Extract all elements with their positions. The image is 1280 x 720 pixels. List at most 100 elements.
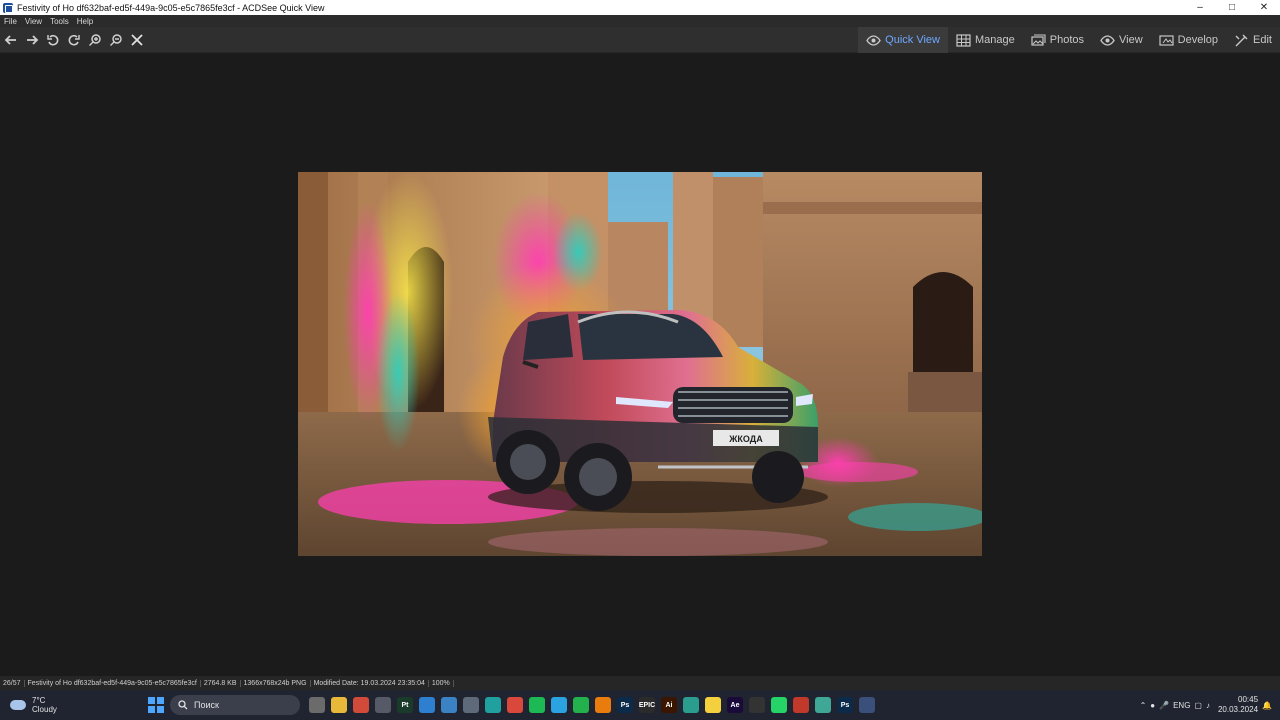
taskbar-app-blender-icon[interactable] bbox=[595, 697, 611, 713]
taskbar-app-miro-icon[interactable] bbox=[705, 697, 721, 713]
modified-date: Modified Date: 19.03.2024 23:35:04 bbox=[311, 679, 429, 687]
clock-time: 00:45 bbox=[1238, 695, 1259, 704]
rotate-right-icon bbox=[68, 34, 80, 46]
holi-car-photo-illustration: ЖКОДА bbox=[298, 172, 982, 556]
zoom-in-icon bbox=[89, 33, 101, 46]
tab-photos[interactable]: Photos bbox=[1023, 27, 1092, 53]
close-icon bbox=[131, 33, 143, 46]
rotate-left-button[interactable] bbox=[43, 29, 63, 51]
toolbar: Quick View Manage Photos View Develop Ed… bbox=[0, 27, 1280, 53]
zoom-in-button[interactable] bbox=[85, 29, 105, 51]
taskbar-app-acdsee-icon[interactable] bbox=[859, 697, 875, 713]
window-title: Festivity of Ho df632baf-ed5f-449a-9c05-… bbox=[17, 2, 325, 13]
file-size: 2764.8 KB bbox=[201, 679, 241, 687]
displayed-photo[interactable]: ЖКОДА bbox=[298, 172, 982, 556]
taskbar-app-taskview-icon[interactable] bbox=[309, 697, 325, 713]
taskbar-app-calc-icon[interactable] bbox=[463, 697, 479, 713]
mode-tabs: Quick View Manage Photos View Develop Ed… bbox=[858, 27, 1280, 53]
start-button[interactable] bbox=[148, 697, 164, 713]
tab-quick-view[interactable]: Quick View bbox=[858, 27, 948, 53]
close-window-button[interactable]: ✕ bbox=[1248, 0, 1280, 15]
eye-icon bbox=[1100, 34, 1115, 46]
tab-manage[interactable]: Manage bbox=[948, 27, 1023, 53]
taskbar-app-obs-icon[interactable] bbox=[749, 697, 765, 713]
file-name: Festivity of Ho df632baf-ed5f-449a-9c05-… bbox=[25, 679, 201, 687]
acdsee-app-icon bbox=[3, 2, 13, 13]
network-icon[interactable]: ● bbox=[1150, 701, 1155, 710]
acdsee-quick-view-window: Festivity of Ho df632baf-ed5f-449a-9c05-… bbox=[0, 0, 1280, 720]
windows-taskbar: 7°C Cloudy Поиск Pt Ps EPIC Ai Ae Ps ⌃ ● 🎤 EN… bbox=[0, 690, 1280, 720]
chevron-up-icon[interactable]: ⌃ bbox=[1140, 701, 1147, 710]
menu-help[interactable]: Help bbox=[73, 17, 97, 26]
search-icon bbox=[178, 700, 188, 710]
volume-icon[interactable]: ♪ bbox=[1206, 701, 1210, 710]
taskbar-app-telegram-icon[interactable] bbox=[551, 697, 567, 713]
taskbar-app-vscode-like-icon[interactable] bbox=[419, 697, 435, 713]
weather-temperature: 7°C bbox=[32, 696, 46, 705]
taskbar-app-notes-icon[interactable] bbox=[815, 697, 831, 713]
tab-label: Quick View bbox=[885, 34, 940, 46]
taskbar-app-explorer-icon[interactable] bbox=[331, 697, 347, 713]
taskbar-app-pt-icon[interactable]: Pt bbox=[397, 697, 413, 713]
windows-logo-icon bbox=[148, 706, 155, 713]
image-dimensions: 1366x768x24b PNG bbox=[241, 679, 311, 687]
taskbar-app-photos-icon[interactable] bbox=[793, 697, 809, 713]
close-view-button[interactable] bbox=[127, 29, 147, 51]
system-tray: ⌃ ● 🎤 ENG ▢ ♪ 00:45 20.03.2024 🔔 bbox=[1140, 690, 1280, 720]
taskbar-app-chat-icon[interactable] bbox=[683, 697, 699, 713]
taskbar-app-spotify-icon[interactable] bbox=[529, 697, 545, 713]
notification-bell-icon[interactable]: 🔔 bbox=[1262, 701, 1272, 710]
tab-label: View bbox=[1119, 34, 1143, 46]
rotate-right-button[interactable] bbox=[64, 29, 84, 51]
taskbar-app-ps-icon[interactable]: Ps bbox=[617, 697, 633, 713]
taskbar-app-chrome-icon[interactable] bbox=[507, 697, 523, 713]
menu-tools[interactable]: Tools bbox=[46, 17, 73, 26]
menu-view[interactable]: View bbox=[21, 17, 46, 26]
menu-file[interactable]: File bbox=[0, 17, 21, 26]
image-viewer[interactable]: ЖКОДА bbox=[0, 53, 1280, 676]
zoom-out-icon bbox=[110, 33, 122, 46]
clock-date: 20.03.2024 bbox=[1217, 705, 1259, 714]
zoom-out-button[interactable] bbox=[106, 29, 126, 51]
language-indicator[interactable]: ENG bbox=[1173, 701, 1190, 710]
windows-logo-icon bbox=[157, 697, 164, 704]
taskbar-app-store-icon[interactable] bbox=[441, 697, 457, 713]
next-button[interactable] bbox=[22, 29, 42, 51]
microphone-icon[interactable]: 🎤 bbox=[1159, 701, 1169, 710]
tab-edit[interactable]: Edit bbox=[1226, 27, 1280, 53]
taskbar-app-video-icon[interactable] bbox=[353, 697, 369, 713]
title-bar: Festivity of Ho df632baf-ed5f-449a-9c05-… bbox=[0, 0, 1280, 15]
taskbar-search[interactable]: Поиск bbox=[170, 695, 300, 715]
grid-icon bbox=[956, 33, 971, 47]
menu-bar: File View Tools Help bbox=[0, 15, 1280, 27]
arrow-right-icon bbox=[27, 34, 39, 45]
rotate-left-icon bbox=[47, 34, 59, 46]
tab-label: Develop bbox=[1177, 34, 1219, 46]
taskbar-app-ae-icon[interactable]: Ae bbox=[727, 697, 743, 713]
minimize-button[interactable]: – bbox=[1184, 0, 1216, 15]
windows-logo-icon bbox=[157, 706, 164, 713]
taskbar-app-generic-icon[interactable] bbox=[375, 697, 391, 713]
zoom-level[interactable]: 100% bbox=[429, 679, 454, 687]
image-index: 26/57 bbox=[0, 679, 25, 687]
tab-label: Manage bbox=[975, 34, 1015, 46]
tab-label: Edit bbox=[1253, 34, 1272, 46]
cloud-icon bbox=[10, 700, 26, 710]
previous-button[interactable] bbox=[1, 29, 21, 51]
maximize-button[interactable]: □ bbox=[1216, 0, 1248, 15]
taskbar-app-ps2-icon[interactable]: Ps bbox=[837, 697, 853, 713]
license-plate-text: ЖКОДА bbox=[728, 434, 763, 444]
taskbar-app-ai-icon[interactable]: Ai bbox=[661, 697, 677, 713]
clock[interactable]: 00:45 20.03.2024 bbox=[1218, 695, 1258, 715]
photos-icon bbox=[1031, 33, 1046, 46]
taskbar-app-xbox-icon[interactable] bbox=[573, 697, 589, 713]
display-icon[interactable]: ▢ bbox=[1194, 701, 1202, 710]
taskbar-app-tool-icon[interactable] bbox=[485, 697, 501, 713]
tab-develop[interactable]: Develop bbox=[1151, 27, 1226, 53]
taskbar-app-whatsapp-icon[interactable] bbox=[771, 697, 787, 713]
taskbar-app-epic-icon[interactable]: EPIC bbox=[639, 697, 655, 713]
tab-view[interactable]: View bbox=[1092, 27, 1151, 53]
edit-icon bbox=[1235, 34, 1248, 46]
windows-logo-icon bbox=[148, 697, 155, 704]
weather-widget[interactable]: 7°C Cloudy bbox=[0, 696, 140, 714]
